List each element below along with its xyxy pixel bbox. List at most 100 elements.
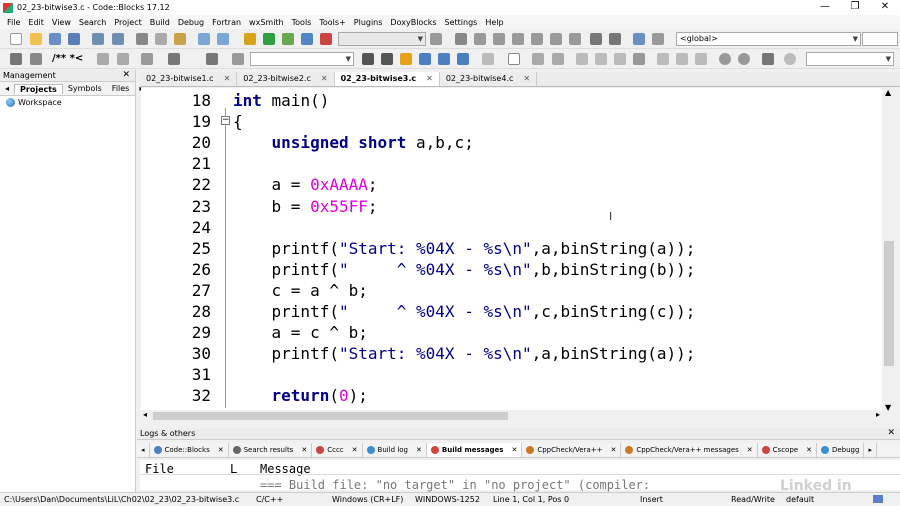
- selected-text-only-icon[interactable]: [419, 53, 431, 65]
- code-line[interactable]: return(0);: [233, 386, 368, 405]
- tab-projects[interactable]: Projects: [14, 83, 63, 94]
- close-tab-icon[interactable]: ✕: [416, 443, 422, 457]
- maximize-button[interactable]: ❐: [840, 0, 870, 15]
- close-tab-icon[interactable]: ✕: [426, 72, 433, 86]
- code-line[interactable]: b = 0x55FF;: [233, 197, 378, 216]
- menu-wxsmith[interactable]: wxSmith: [245, 18, 288, 27]
- close-tab-icon[interactable]: ✕: [523, 72, 530, 86]
- doxywizard-icon[interactable]: [97, 53, 109, 65]
- log-tab-codeblocks[interactable]: Code::Blocks ✕: [150, 443, 229, 457]
- redo-icon[interactable]: [112, 33, 124, 45]
- next-line-icon[interactable]: [493, 33, 505, 45]
- pointer-icon[interactable]: [482, 53, 494, 65]
- log-tab-cccc[interactable]: Cccc ✕: [312, 443, 363, 457]
- menu-edit[interactable]: Edit: [24, 18, 48, 27]
- symbol-search-combo[interactable]: ▼: [806, 52, 894, 66]
- log-tab-build-log[interactable]: Build log ✕: [363, 443, 427, 457]
- code-line[interactable]: a = 0xAAAA;: [233, 175, 378, 194]
- copy-icon[interactable]: [155, 33, 167, 45]
- close-management-icon[interactable]: ✕: [122, 70, 130, 81]
- logs-scroll-right-icon[interactable]: ▸: [864, 443, 877, 457]
- bookmark-icon[interactable]: [30, 53, 42, 65]
- cut-icon[interactable]: [136, 33, 148, 45]
- show-select-target-icon[interactable]: [430, 33, 442, 45]
- close-tab-icon[interactable]: ✕: [321, 72, 328, 86]
- tab-files[interactable]: Files: [107, 84, 135, 93]
- editor-vertical-scrollbar[interactable]: ▲ ▼: [882, 88, 896, 412]
- undo-icon[interactable]: [92, 33, 104, 45]
- code-line[interactable]: {: [233, 112, 243, 131]
- menu-build[interactable]: Build: [146, 18, 174, 27]
- debugging-windows-icon[interactable]: [633, 33, 645, 45]
- step-into-instruction-icon[interactable]: [569, 33, 581, 45]
- refresh-icon[interactable]: [784, 53, 796, 65]
- code-line[interactable]: c = a ^ b;: [233, 281, 368, 300]
- rebuild-icon[interactable]: [301, 33, 313, 45]
- vertical-scroll-thumb[interactable]: [884, 241, 894, 366]
- step-out-icon[interactable]: [531, 33, 543, 45]
- log-tab-cscope[interactable]: Cscope ✕: [758, 443, 817, 457]
- editor-horizontal-scrollbar[interactable]: ◂ ▸: [141, 410, 882, 422]
- menu-plugins[interactable]: Plugins: [350, 18, 387, 27]
- step-into-icon[interactable]: [512, 33, 524, 45]
- close-tab-icon[interactable]: ✕: [610, 443, 616, 457]
- tab-bitwise2[interactable]: 02_23-bitwise2.c ✕: [237, 72, 335, 86]
- logs-scroll-left-icon[interactable]: ◂: [137, 443, 150, 457]
- close-tab-icon[interactable]: ✕: [301, 443, 307, 457]
- log-tab-cppcheck-messages[interactable]: CppCheck/Vera++ messages ✕: [621, 443, 758, 457]
- wx-dialog-icon[interactable]: [695, 53, 707, 65]
- code-line[interactable]: printf("Start: %04X - %s\n",a,binString(…: [233, 239, 696, 258]
- abort-icon[interactable]: [320, 33, 332, 45]
- code-line[interactable]: printf("Start: %04X - %s\n",a,binString(…: [233, 344, 696, 363]
- fold-toggle-icon[interactable]: −: [221, 116, 230, 125]
- search-next-icon[interactable]: [381, 53, 393, 65]
- wx-button-icon[interactable]: [508, 53, 520, 65]
- code-line[interactable]: printf(" ^ %04X - %s\n",b,binString(b));: [233, 260, 696, 279]
- incremental-search-input[interactable]: ▼: [250, 52, 354, 66]
- code-line[interactable]: int main(): [233, 91, 329, 110]
- extract-docs-icon[interactable]: [117, 53, 129, 65]
- tab-symbols[interactable]: Symbols: [63, 84, 107, 93]
- menu-settings[interactable]: Settings: [441, 18, 482, 27]
- close-tab-icon[interactable]: ✕: [511, 443, 517, 457]
- doxy-comment-buttons[interactable]: /** *<: [52, 53, 83, 64]
- scroll-right-icon[interactable]: ▸: [876, 410, 880, 419]
- paste-icon[interactable]: [174, 33, 186, 45]
- log-message-row[interactable]: === Build file: "no target" in "no proje…: [260, 478, 650, 492]
- tools-wrench-icon[interactable]: [141, 53, 153, 65]
- wx-bitmap-icon[interactable]: [532, 53, 544, 65]
- run-icon[interactable]: [263, 33, 275, 45]
- debug-start-icon[interactable]: [455, 33, 467, 45]
- close-tab-icon[interactable]: ✕: [224, 72, 231, 86]
- various-info-icon[interactable]: [652, 33, 664, 45]
- save-icon[interactable]: [49, 33, 61, 45]
- replace-icon[interactable]: [217, 33, 229, 45]
- match-case-icon[interactable]: [438, 53, 450, 65]
- build-gear-icon[interactable]: [244, 33, 256, 45]
- print-icon[interactable]: [10, 53, 22, 65]
- regex-icon[interactable]: [457, 53, 469, 65]
- horizontal-scroll-thumb[interactable]: [153, 412, 508, 420]
- menu-doxyblocks[interactable]: DoxyBlocks: [386, 18, 440, 27]
- close-tab-icon[interactable]: ✕: [806, 443, 812, 457]
- tab-bitwise3[interactable]: 02_23-bitwise3.c ✕: [334, 72, 440, 86]
- scroll-up-icon[interactable]: ▲: [885, 88, 891, 97]
- new-file-icon[interactable]: [10, 33, 22, 45]
- scope-combo[interactable]: <global> ▼: [676, 32, 861, 46]
- jump-back-icon[interactable]: [168, 53, 180, 65]
- menu-project[interactable]: Project: [110, 18, 145, 27]
- tab-scroll-left-icon[interactable]: ◂: [0, 84, 14, 93]
- wx-frame-icon[interactable]: [676, 53, 688, 65]
- log-tab-search-results[interactable]: Search results ✕: [229, 443, 313, 457]
- code-line[interactable]: a = c ^ b;: [233, 323, 368, 342]
- wx-textctrl-icon[interactable]: [595, 53, 607, 65]
- log-tab-debugger[interactable]: Debugg: [817, 443, 865, 457]
- menu-tools[interactable]: Tools: [288, 18, 316, 27]
- scroll-left-icon[interactable]: ◂: [143, 410, 147, 419]
- symbol-s-icon[interactable]: [762, 53, 774, 65]
- close-logs-icon[interactable]: ✕: [887, 428, 895, 439]
- menu-help[interactable]: Help: [481, 18, 507, 27]
- menu-debug[interactable]: Debug: [174, 18, 208, 27]
- stop-debugger-icon[interactable]: [609, 33, 621, 45]
- find-icon[interactable]: [198, 33, 210, 45]
